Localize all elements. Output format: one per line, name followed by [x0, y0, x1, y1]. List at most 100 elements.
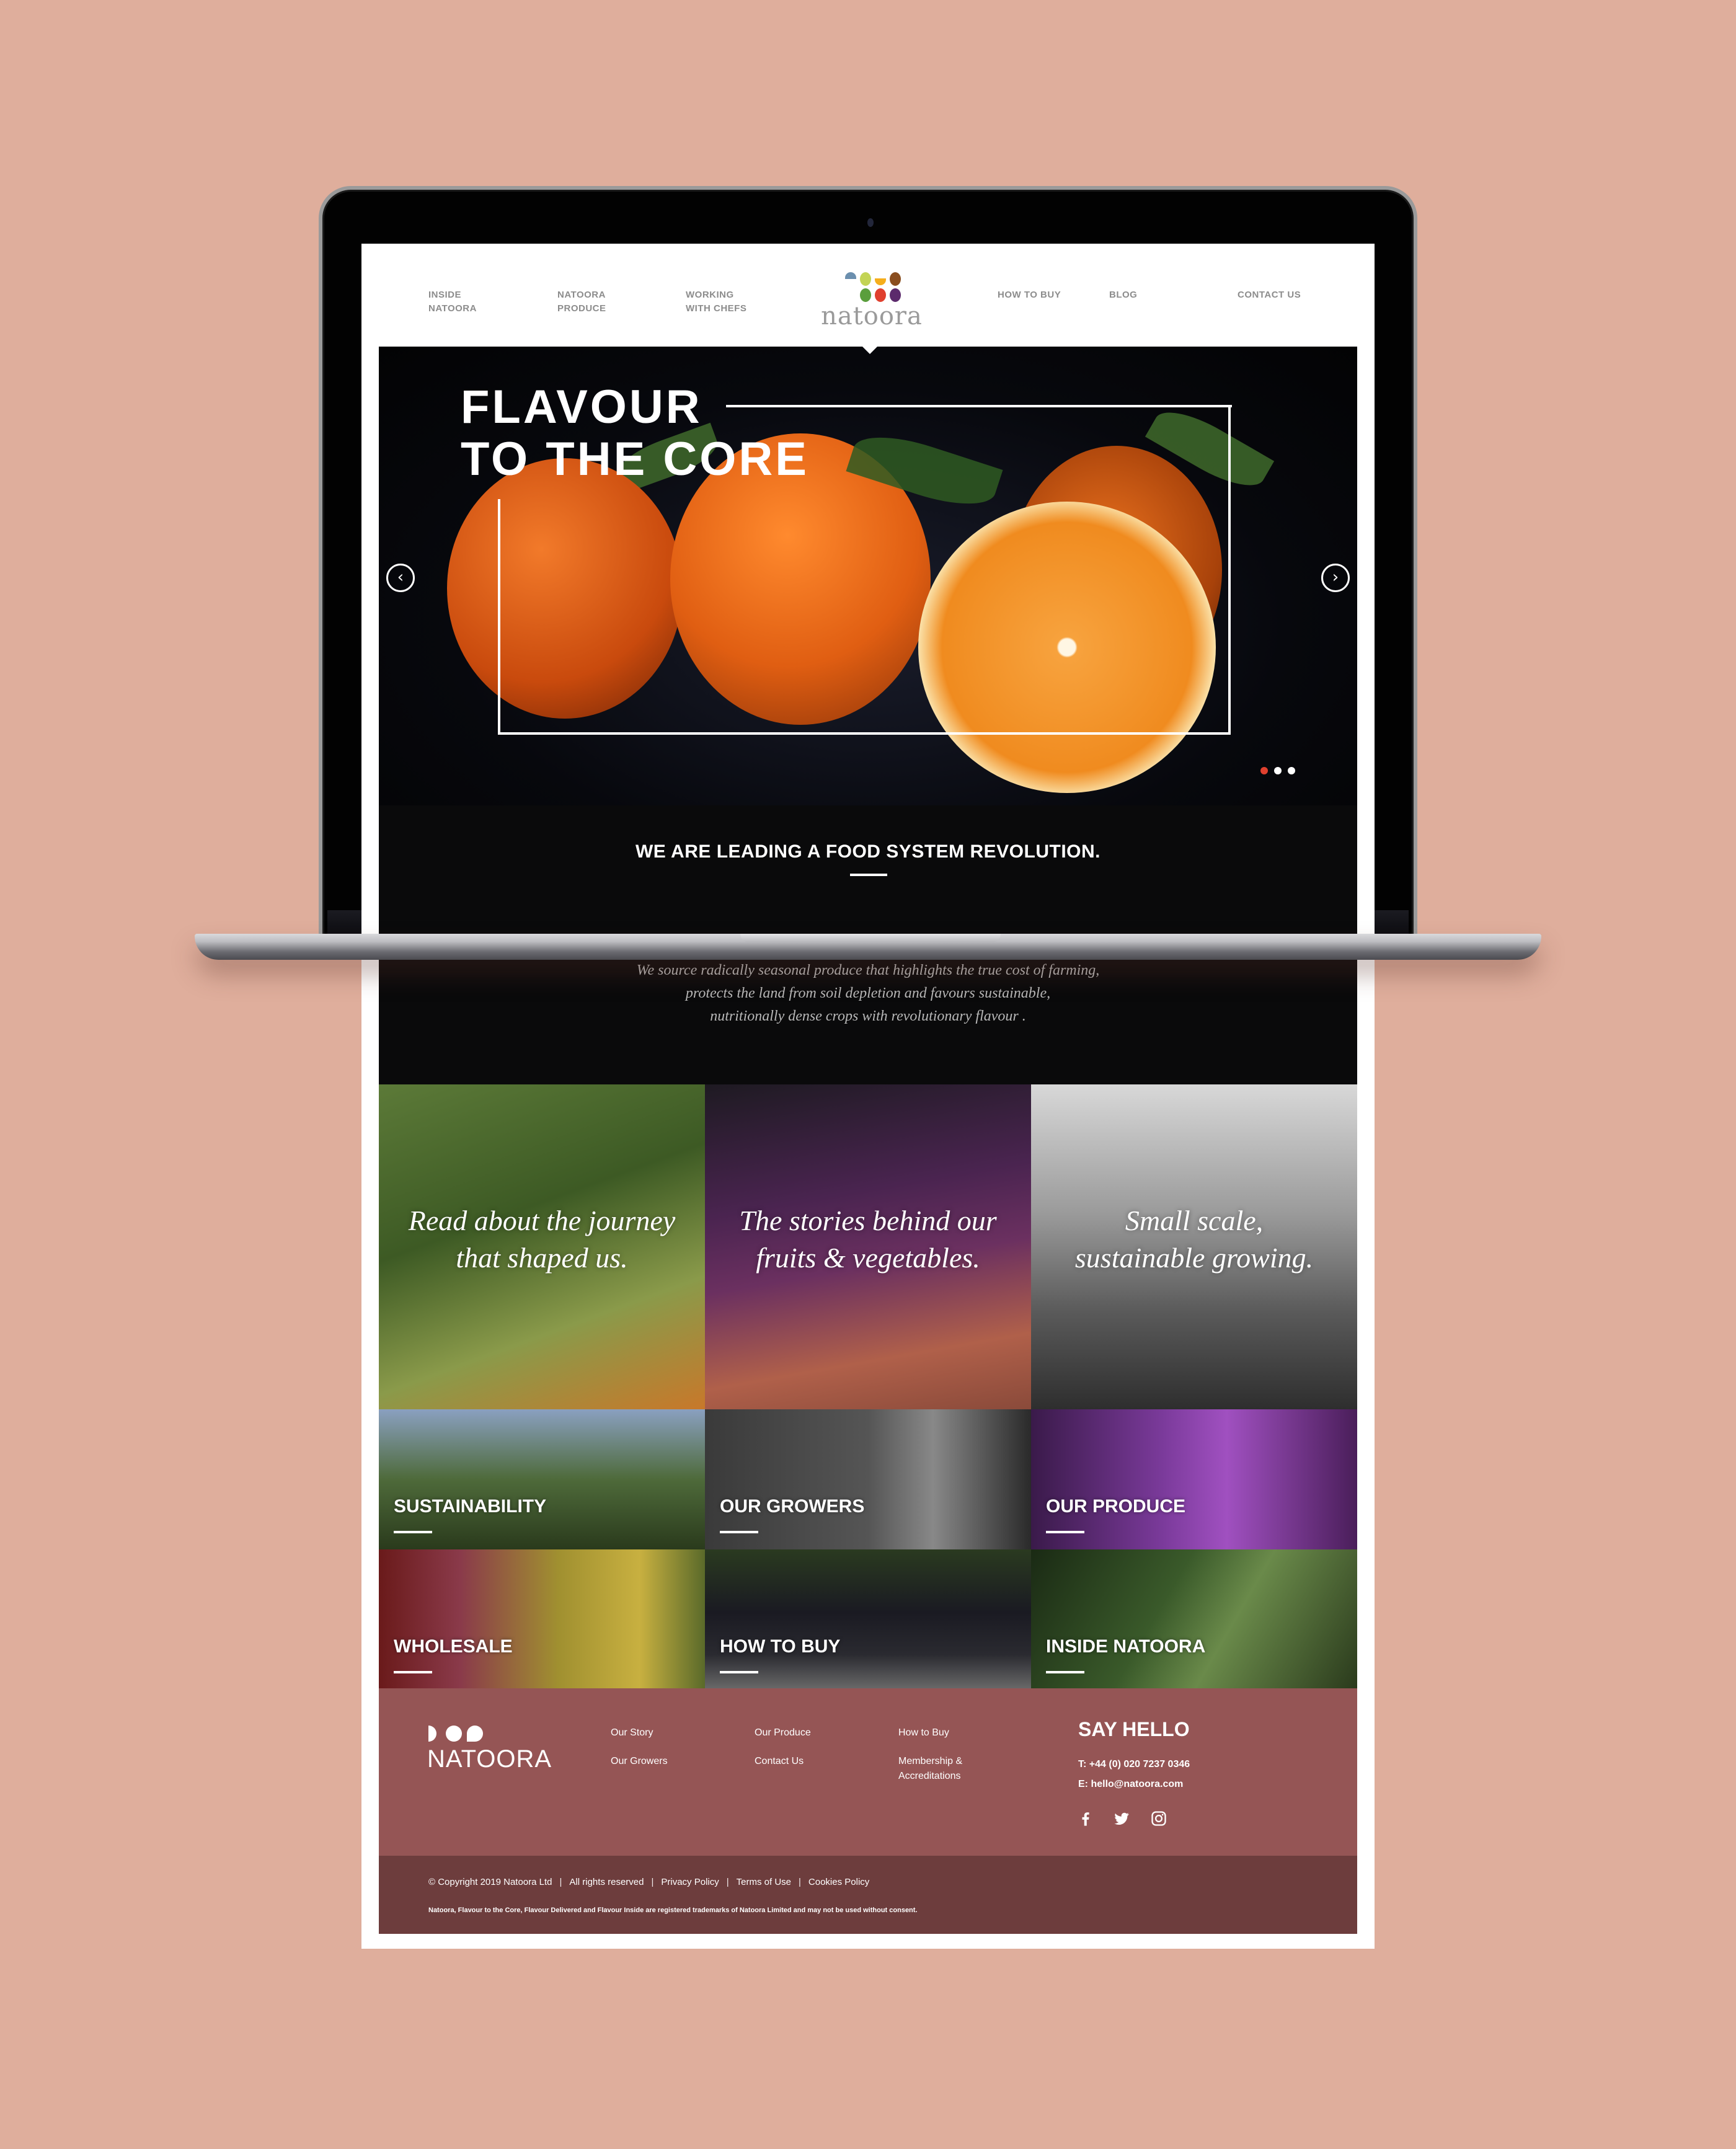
carousel-next-button[interactable]: › — [1321, 564, 1350, 592]
instagram-icon[interactable] — [1150, 1810, 1167, 1827]
copyright-text: © Copyright 2019 Natoora Ltd — [428, 1877, 552, 1887]
tile-label: WHOLESALE — [394, 1636, 513, 1657]
footer-logo[interactable]: NATOORA — [427, 1745, 552, 1773]
link-line: Membership & — [898, 1756, 963, 1766]
chevron-right-icon: › — [1332, 568, 1339, 587]
tile-our-produce[interactable]: OUR PRODUCE — [1031, 1409, 1357, 1549]
hero-carousel: FLAVOUR TO THE CORE ‹ › — [379, 347, 1357, 805]
nav-blog[interactable]: BLOG — [1109, 288, 1137, 302]
feature-tile-produce[interactable]: The stories behind our fruits & vegetabl… — [705, 1084, 1031, 1409]
nav-label: WORKING — [686, 290, 734, 300]
divider — [394, 1531, 432, 1533]
top-navigation: INSIDE NATOORA NATOORA PRODUCE WORKING W… — [361, 244, 1375, 347]
nav-label: NATOORA — [557, 290, 606, 300]
divider — [1046, 1671, 1084, 1673]
footer-link-contact-us[interactable]: Contact Us — [755, 1754, 804, 1769]
separator: | — [559, 1877, 562, 1887]
legal-links: © Copyright 2019 Natoora Ltd | All right… — [428, 1877, 869, 1887]
natoora-logo[interactable]: natoora — [819, 270, 924, 338]
logo-dot — [860, 272, 871, 286]
camera-icon — [867, 218, 874, 227]
separator: | — [651, 1877, 654, 1887]
carousel-prev-button[interactable]: ‹ — [386, 564, 415, 592]
nav-contact-us[interactable]: CONTACT US — [1238, 288, 1301, 302]
tile-our-growers[interactable]: OUR GROWERS — [705, 1409, 1031, 1549]
carousel-dot[interactable] — [1274, 767, 1282, 774]
logo-dot — [446, 1726, 462, 1742]
link-line: Accreditations — [898, 1771, 961, 1781]
logo-mark-icon — [845, 270, 913, 304]
footer-legal-bar: © Copyright 2019 Natoora Ltd | All right… — [379, 1856, 1357, 1934]
nav-label: BLOG — [1109, 290, 1138, 300]
website-page: INSIDE NATOORA NATOORA PRODUCE WORKING W… — [361, 244, 1375, 1949]
mission-text-line: nutritionally dense crops with revolutio… — [710, 1008, 1026, 1024]
hero-title-line: TO THE CORE — [461, 433, 809, 485]
tile-sustainability[interactable]: SUSTAINABILITY — [379, 1409, 705, 1549]
hero-title: FLAVOUR TO THE CORE — [461, 381, 809, 485]
logo-dot — [467, 1726, 483, 1742]
say-hello-heading: SAY HELLO — [1078, 1718, 1190, 1740]
separator: | — [799, 1877, 801, 1887]
mission-text-line: protects the land from soil depletion an… — [685, 985, 1051, 1001]
nav-label: CONTACT US — [1238, 290, 1301, 300]
divider — [394, 1671, 432, 1673]
rights-text: All rights reserved — [569, 1877, 644, 1887]
feature-tile-growers[interactable]: Small scale, sustainable growing. — [1031, 1084, 1357, 1409]
nav-label: PRODUCE — [557, 303, 606, 314]
tile-label: INSIDE NATOORA — [1046, 1636, 1206, 1657]
feature-caption: The stories behind our fruits & vegetabl… — [705, 1202, 1031, 1277]
email-address[interactable]: E: hello@natoora.com — [1078, 1779, 1183, 1790]
nav-natoora-produce[interactable]: NATOORA PRODUCE — [557, 288, 606, 316]
nav-label: WITH CHEFS — [686, 303, 747, 314]
footer-link-our-story[interactable]: Our Story — [611, 1726, 653, 1740]
footer-link-our-produce[interactable]: Our Produce — [755, 1726, 811, 1740]
divider — [720, 1531, 758, 1533]
caption-line: Read about the journey — [408, 1205, 676, 1236]
feature-caption: Read about the journey that shaped us. — [379, 1202, 705, 1277]
divider — [1046, 1531, 1084, 1533]
twitter-icon[interactable] — [1113, 1810, 1130, 1827]
carousel-dot[interactable] — [1260, 767, 1268, 774]
logo-dot — [875, 278, 886, 285]
divider — [720, 1671, 758, 1673]
caption-line: sustainable growing. — [1074, 1242, 1314, 1274]
caption-line: fruits & vegetables. — [756, 1242, 980, 1274]
caption-line: Small scale, — [1125, 1205, 1264, 1236]
tile-label: HOW TO BUY — [720, 1636, 841, 1657]
nav-inside-natoora[interactable]: INSIDE NATOORA — [428, 288, 477, 316]
facebook-icon[interactable] — [1077, 1810, 1094, 1827]
tile-label: SUSTAINABILITY — [394, 1496, 547, 1517]
footer: NATOORA Our Story Our Growers Our Produc… — [379, 1688, 1357, 1856]
privacy-policy-link[interactable]: Privacy Policy — [661, 1877, 719, 1887]
mission-text-line: We source radically seasonal produce tha… — [636, 962, 1100, 978]
tile-label: OUR PRODUCE — [1046, 1496, 1186, 1517]
caption-line: that shaped us. — [456, 1242, 628, 1274]
terms-of-use-link[interactable]: Terms of Use — [737, 1877, 791, 1887]
logo-dot — [875, 288, 886, 302]
tile-wholesale[interactable]: WHOLESALE — [379, 1549, 705, 1690]
mission-title: WE ARE LEADING A FOOD SYSTEM REVOLUTION. — [635, 841, 1101, 862]
caption-line: The stories behind our — [739, 1205, 997, 1236]
laptop-hinge-notch — [740, 934, 1001, 942]
nav-label: NATOORA — [428, 303, 477, 314]
nav-how-to-buy[interactable]: HOW TO BUY — [998, 288, 1061, 302]
footer-link-how-to-buy[interactable]: How to Buy — [898, 1726, 949, 1740]
nav-working-with-chefs[interactable]: WORKING WITH CHEFS — [686, 288, 746, 316]
footer-link-membership[interactable]: Membership & Accreditations — [898, 1754, 962, 1784]
active-nav-pointer — [861, 345, 879, 354]
mission-text: We source radically seasonal produce tha… — [379, 959, 1357, 1028]
footer-link-our-growers[interactable]: Our Growers — [611, 1754, 668, 1769]
carousel-dot[interactable] — [1288, 767, 1295, 774]
logo-dot — [428, 1726, 436, 1742]
carousel-dots — [1260, 767, 1295, 774]
logo-wordmark: natoora — [821, 302, 923, 330]
cookies-policy-link[interactable]: Cookies Policy — [808, 1877, 869, 1887]
phone-number[interactable]: T: +44 (0) 020 7237 0346 — [1078, 1759, 1190, 1770]
feature-tile-story[interactable]: Read about the journey that shaped us. — [379, 1084, 705, 1409]
logo-dot — [890, 272, 901, 286]
tile-inside-natoora[interactable]: INSIDE NATOORA — [1031, 1549, 1357, 1690]
laptop-base — [195, 934, 1541, 960]
tile-how-to-buy[interactable]: HOW TO BUY — [705, 1549, 1031, 1690]
trademark-notice: Natoora, Flavour to the Core, Flavour De… — [428, 1907, 918, 1914]
tile-label: OUR GROWERS — [720, 1496, 865, 1517]
